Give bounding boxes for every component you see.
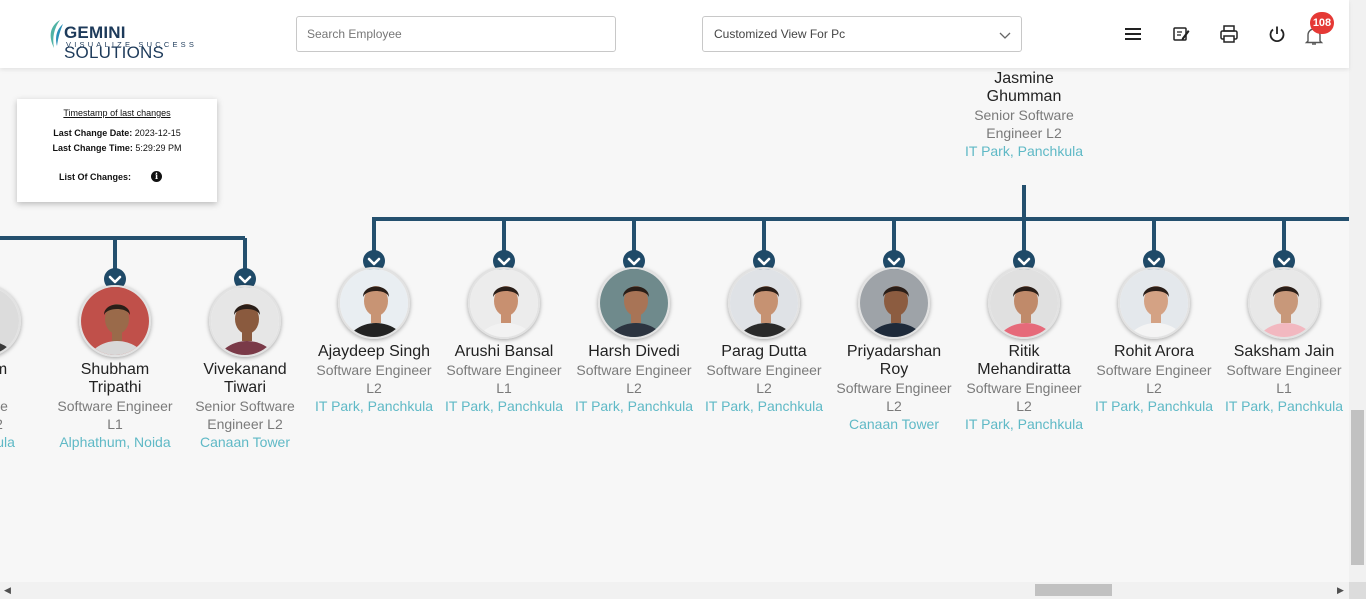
scroll-left-arrow-icon[interactable]: ◀ [4, 582, 11, 599]
employee-info: Ajaydeep Singh Software Engineer L2 IT Park… [309, 343, 439, 415]
employee-info: Harsh Divedi Software Engineer L2 IT Park, … [569, 343, 699, 415]
employee-role: L1 [1276, 380, 1292, 396]
employee-name: Roy [879, 361, 909, 378]
notification-badge: 108 [1310, 12, 1334, 34]
employee-name: Priyadarshan [846, 343, 942, 360]
last-change-date: Last Change Date: 2023-12-15 [53, 128, 181, 138]
list-of-changes-label: List Of Changes: [58, 172, 131, 182]
employee-location: IT Park, Panchkula [444, 398, 564, 414]
chevron-down-icon [999, 32, 1011, 39]
avatar[interactable] [728, 267, 800, 339]
employee-location: IT Park, Panchkula [574, 398, 694, 414]
scroll-corner [1349, 582, 1366, 599]
view-select[interactable]: Customized View For Pc [702, 16, 1022, 52]
manager-node[interactable]: Jasmine Ghumman Senior Software Engineer… [959, 70, 1089, 160]
employee-location: ...nchkula [0, 434, 15, 450]
employee-name: Tripathi [88, 379, 142, 396]
search-employee-input[interactable] [296, 16, 616, 52]
employee-role: L1 [496, 380, 512, 396]
logo-tagline: VISUALIZE SUCCESS [66, 40, 198, 49]
employee-name: Vivekanand [203, 361, 287, 378]
vertical-scroll-thumb[interactable] [1351, 410, 1364, 565]
employee-location: IT Park, Panchkula [314, 398, 434, 414]
employee-role: L2 [366, 380, 382, 396]
avatar[interactable] [988, 267, 1060, 339]
employee-name: Ritik [1008, 343, 1040, 360]
employee-info: Parag Dutta Software Engineer L2 IT Park, P… [699, 343, 829, 415]
info-icon[interactable]: i [151, 171, 162, 182]
employee-location: IT Park, Panchkula [964, 143, 1084, 159]
leaf-icon [50, 20, 63, 48]
employee-location: IT Park, Panchkula [704, 398, 824, 414]
timestamp-card: Timestamp of last changes Last Change Da… [17, 99, 217, 202]
employee-role: L2 [756, 380, 772, 396]
employee-name: Mehandiratta [977, 361, 1071, 378]
employee-info: Saksham Jain Software Engineer L1 IT Park, … [1219, 343, 1349, 415]
employee-role: Software Engineer [1226, 362, 1342, 378]
app-header: GEMINI SOLUTIONS VISUALIZE SUCCESS Custo… [0, 0, 1349, 68]
employee-role: Engineer L2 [207, 416, 283, 432]
last-change-time: Last Change Time: 5:29:29 PM [52, 143, 182, 153]
print-icon[interactable] [1219, 24, 1239, 44]
view-select-value: Customized View For Pc [714, 27, 846, 41]
employee-location: Canaan Tower [199, 434, 291, 450]
employee-name: Arushi Bansal [454, 343, 554, 360]
employee-location: Alphathum, Noida [59, 434, 171, 450]
employee-role: Senior Software [195, 398, 295, 414]
employee-info: Priyadarshan Roy Software Engineer L2 Canaan… [829, 343, 959, 433]
employee-info: ...ham...ar...tware...r L2...nchkula [0, 361, 50, 451]
timestamp-title: Timestamp of last changes [63, 108, 171, 118]
employee-info: Shubham Tripathi Software Engineer L1 Alphat… [50, 361, 180, 451]
employee-role: ...r L2 [0, 415, 50, 433]
avatar[interactable] [858, 267, 930, 339]
employee-name: ...ham [0, 361, 8, 378]
employee-info: Vivekanand Tiwari Senior Software Engineer … [180, 361, 310, 451]
employee-role: Software Engineer [966, 380, 1082, 396]
employee-name: Jasmine Ghumman [986, 70, 1062, 105]
employee-name: Parag Dutta [721, 343, 807, 360]
employee-info: Arushi Bansal Software Engineer L1 IT Park,… [439, 343, 569, 415]
avatar[interactable] [338, 267, 410, 339]
employee-role: Software Engineer [836, 380, 952, 396]
employee-location: IT Park, Panchkula [1094, 398, 1214, 414]
avatar[interactable] [209, 285, 281, 357]
employee-role: Software Engineer [706, 362, 822, 378]
avatar[interactable] [79, 285, 151, 357]
employee-role: Software Engineer [57, 398, 173, 414]
employee-role: Software Engineer [576, 362, 692, 378]
employee-name: Tiwari [223, 379, 267, 396]
employee-role: L2 [626, 380, 642, 396]
employee-role: Senior Software Engineer L2 [974, 107, 1074, 141]
employee-role: L2 [1016, 398, 1032, 414]
employee-name: Ajaydeep Singh [317, 343, 431, 360]
power-icon[interactable] [1267, 24, 1287, 44]
employee-role: Software Engineer [1096, 362, 1212, 378]
employee-role: L1 [107, 416, 123, 432]
scroll-right-arrow-icon[interactable]: ▶ [1337, 582, 1344, 599]
employee-location: Canaan Tower [848, 416, 940, 432]
horizontal-scroll-thumb[interactable] [1035, 584, 1112, 596]
employee-name: Harsh Divedi [588, 343, 680, 360]
employee-info: Ritik Mehandiratta Software Engineer L2 IT P… [959, 343, 1089, 433]
avatar[interactable] [1248, 267, 1320, 339]
avatar[interactable] [468, 267, 540, 339]
employee-location: IT Park, Panchkula [964, 416, 1084, 432]
employee-location: IT Park, Panchkula [1224, 398, 1344, 414]
employee-role: Software Engineer [316, 362, 432, 378]
horizontal-scrollbar[interactable] [0, 582, 1349, 599]
edit-note-icon[interactable] [1171, 24, 1191, 44]
gemini-logo[interactable]: GEMINI SOLUTIONS VISUALIZE SUCCESS [46, 16, 216, 62]
avatar[interactable] [1118, 267, 1190, 339]
menu-icon[interactable] [1123, 24, 1143, 44]
employee-role: ...tware [0, 398, 8, 414]
employee-role: L2 [1146, 380, 1162, 396]
employee-role: L2 [886, 398, 902, 414]
employee-role: Software Engineer [446, 362, 562, 378]
employee-name: ...ar [0, 379, 50, 397]
employee-name: Rohit Arora [1113, 343, 1195, 360]
employee-info: Rohit Arora Software Engineer L2 IT Park, P… [1089, 343, 1219, 415]
avatar[interactable] [598, 267, 670, 339]
employee-name: Shubham [80, 361, 150, 378]
employee-name: Saksham Jain [1233, 343, 1335, 360]
